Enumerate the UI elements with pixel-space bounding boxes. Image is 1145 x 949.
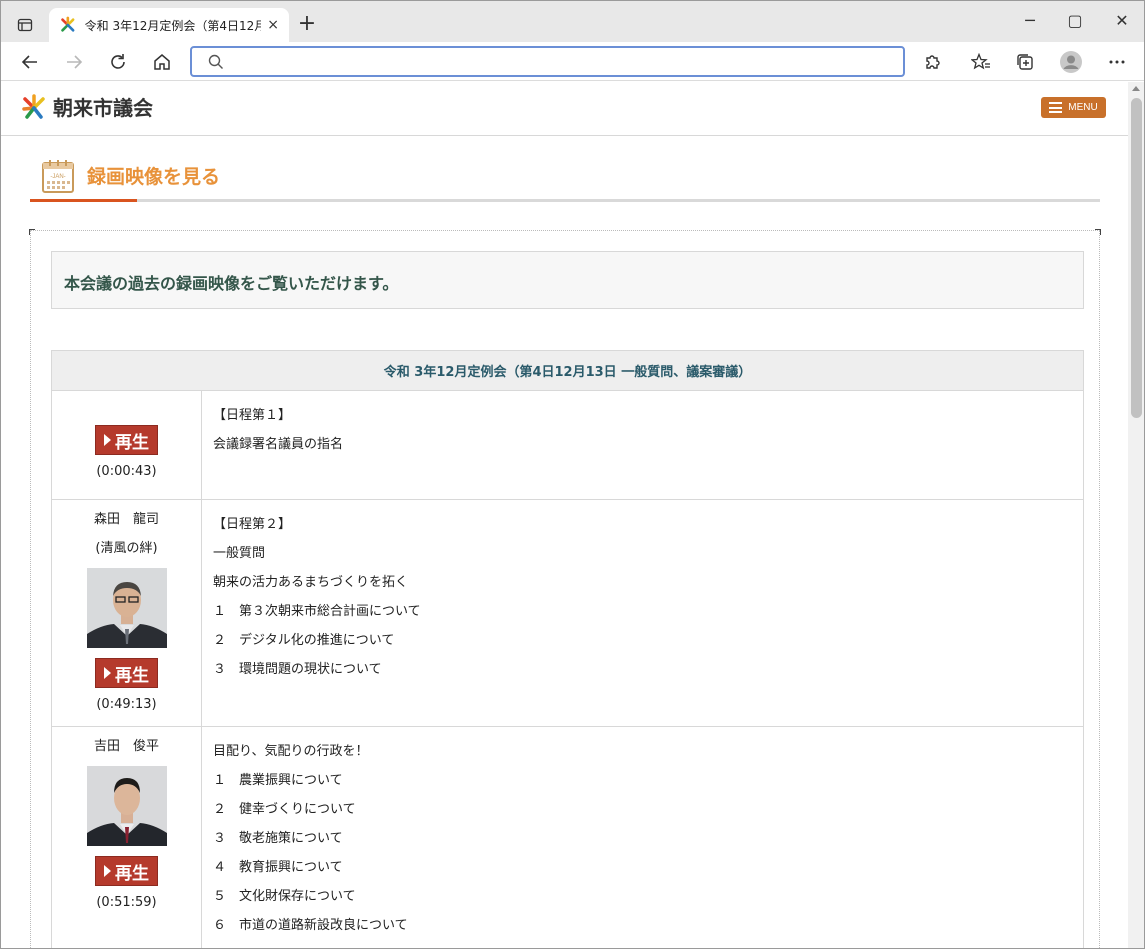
speaker-name: 吉田 俊平 <box>93 739 159 754</box>
site-favicon-icon <box>61 16 75 32</box>
agenda-line: ３ 敬老施策について <box>213 831 343 846</box>
play-button[interactable]: 再生 <box>95 856 158 886</box>
play-button[interactable]: 再生 <box>95 425 158 455</box>
content-box: 本会議の過去の録画映像をご覧いただけます。 令和 3年12月定例会（第4日12月… <box>29 229 1101 948</box>
agenda-line: 会議録署名議員の指名 <box>213 437 344 452</box>
web-page: 朝来市議会 MENU -JAN- 録画映像を見る 本会議の過去の録画映像をご覧い… <box>1 82 1128 948</box>
corner-mark <box>1095 229 1101 235</box>
profile-avatar-icon[interactable] <box>1059 50 1083 74</box>
speaker-cell: 再生 (0:00:43) <box>51 390 202 500</box>
speaker-name: 森田 龍司 <box>93 512 159 527</box>
speaker-photo <box>86 766 167 846</box>
session-header: 令和 3年12月定例会（第4日12月13日 一般質問、議案審議） <box>51 350 1084 391</box>
browser-window: 令和 3年12月定例会（第4日12月 × + ─ ▢ ✕ 朝来市議会 MENU … <box>0 0 1145 949</box>
site-header: 朝来市議会 MENU <box>1 82 1128 136</box>
agenda-line: 【日程第１】 <box>213 408 292 423</box>
agenda-line: 目配り、気配りの行政を！ <box>213 744 369 759</box>
play-arrow-icon <box>104 434 111 446</box>
menu-button[interactable]: MENU <box>1041 97 1106 118</box>
minimize-button[interactable]: ─ <box>1020 11 1040 30</box>
active-tab[interactable]: 令和 3年12月定例会（第4日12月 × <box>49 8 289 42</box>
home-icon[interactable] <box>150 50 174 74</box>
duration: (0:00:43) <box>96 464 157 479</box>
maximize-button[interactable]: ▢ <box>1065 11 1085 30</box>
tab-actions-icon[interactable] <box>11 11 39 39</box>
agenda-line: ２ 健幸づくりについて <box>213 802 356 817</box>
favorites-icon[interactable] <box>969 50 993 74</box>
speaker-photo <box>86 568 167 648</box>
address-bar[interactable] <box>190 46 905 77</box>
agenda-line: ２ デジタル化の推進について <box>213 633 395 648</box>
table-row: 再生 (0:00:43) 【日程第１】 会議録署名議員の指名 <box>51 390 1084 500</box>
back-icon[interactable] <box>18 50 42 74</box>
play-label: 再生 <box>115 665 149 686</box>
section-underline <box>30 199 137 202</box>
agenda-line: ４ 教育振興について <box>213 860 343 875</box>
video-table: 令和 3年12月定例会（第4日12月13日 一般質問、議案審議） 再生 (0:0… <box>51 350 1084 948</box>
play-arrow-icon <box>104 865 111 877</box>
play-arrow-icon <box>104 667 111 679</box>
close-window-button[interactable]: ✕ <box>1112 11 1132 30</box>
agenda-line: 【日程第２】 <box>213 517 292 532</box>
tab-title: 令和 3年12月定例会（第4日12月 <box>84 18 262 33</box>
scroll-thumb[interactable] <box>1131 98 1142 418</box>
page-title: 録画映像を見る <box>87 166 221 188</box>
extensions-icon[interactable] <box>920 50 944 74</box>
refresh-icon[interactable] <box>106 50 130 74</box>
scroll-up-icon[interactable] <box>1132 86 1140 91</box>
agenda-line: １ 第３次朝来市総合計画について <box>213 604 421 619</box>
new-tab-button[interactable]: + <box>295 13 319 37</box>
speaker-cell: 吉田 俊平 再生 (0:51:59) <box>51 726 202 948</box>
duration: (0:49:13) <box>96 697 157 712</box>
table-row: 吉田 俊平 再生 (0:51:59) 目配り、気配りの行政を！ １ 農業振興につ… <box>51 726 1084 948</box>
agenda-line: ６ 市道の道路新設改良について <box>213 918 408 933</box>
corner-mark <box>29 229 35 235</box>
hamburger-icon <box>1049 102 1063 113</box>
section-heading: -JAN- 録画映像を見る <box>30 157 1100 202</box>
speaker-cell: 森田 龍司 (清風の絆) 再生 (0:49:13) <box>51 499 202 727</box>
agenda-cell: 【日程第１】 会議録署名議員の指名 <box>201 390 1084 500</box>
search-icon <box>208 54 223 69</box>
duration: (0:51:59) <box>96 895 157 910</box>
city-logo-icon <box>22 93 45 119</box>
intro-text: 本会議の過去の録画映像をご覧いただけます。 <box>64 274 399 293</box>
play-button[interactable]: 再生 <box>95 658 158 688</box>
play-label: 再生 <box>115 863 149 884</box>
site-logo[interactable]: 朝来市議会 <box>21 92 153 121</box>
forward-icon[interactable] <box>62 50 86 74</box>
menu-label: MENU <box>1068 102 1098 113</box>
address-input[interactable] <box>232 51 882 73</box>
agenda-cell: 【日程第２】 一般質問 朝来の活力あるまちづくりを拓く １ 第３次朝来市総合計画… <box>201 499 1084 727</box>
collections-icon[interactable] <box>1013 50 1037 74</box>
play-label: 再生 <box>115 432 149 453</box>
calendar-icon: -JAN- <box>42 160 74 193</box>
tab-close-icon[interactable]: × <box>267 17 279 33</box>
browser-toolbar <box>1 42 1144 81</box>
table-row: 森田 龍司 (清風の絆) 再生 (0:49:13) 【日程第２】 一般質問 朝来… <box>51 499 1084 727</box>
calendar-label: -JAN- <box>50 174 65 180</box>
agenda-line: １ 農業振興について <box>213 773 343 788</box>
agenda-cell: 目配り、気配りの行政を！ １ 農業振興について ２ 健幸づくりについて ３ 敬老… <box>201 726 1084 948</box>
agenda-line: 朝来の活力あるまちづくりを拓く <box>213 575 409 590</box>
site-logo-text: 朝来市議会 <box>53 96 153 120</box>
agenda-line: ３ 環境問題の現状について <box>213 662 382 677</box>
agenda-line: 一般質問 <box>213 546 266 561</box>
agenda-line: ５ 文化財保存について <box>213 889 356 904</box>
speaker-affiliation: (清風の絆) <box>95 541 158 556</box>
page-scrollbar[interactable] <box>1128 82 1144 948</box>
intro-box: 本会議の過去の録画映像をご覧いただけます。 <box>51 251 1084 309</box>
more-options-icon[interactable] <box>1105 50 1129 74</box>
tab-strip: 令和 3年12月定例会（第4日12月 × + ─ ▢ ✕ <box>1 1 1144 42</box>
